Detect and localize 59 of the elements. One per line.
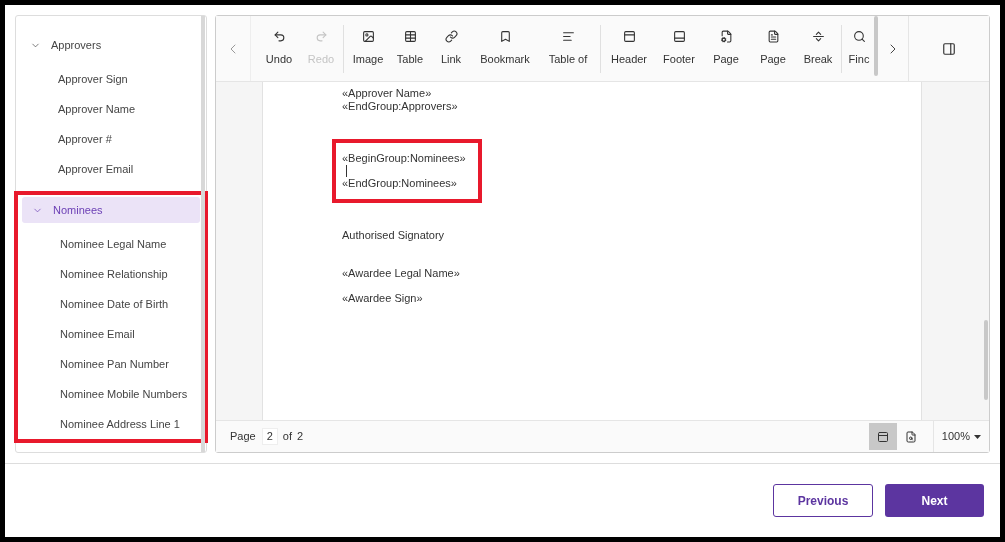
image-icon	[361, 29, 375, 43]
page-count-label: of	[282, 429, 292, 445]
field-item[interactable]: Approver Name	[20, 94, 200, 124]
search-icon	[852, 29, 866, 43]
field-item[interactable]: Nominee Date of Birth	[22, 289, 200, 319]
break-icon	[811, 29, 825, 43]
page-icon	[766, 29, 780, 43]
field-item[interactable]: Nominee Legal Name	[22, 229, 200, 259]
link-icon	[444, 29, 458, 43]
merge-field-text: «BeginGroup:Nominees»	[342, 152, 466, 165]
redo-icon	[314, 29, 328, 43]
toolbar-button[interactable]: Header	[603, 23, 655, 74]
bookmark-icon	[498, 29, 512, 43]
header-icon	[622, 29, 636, 43]
field-item[interactable]: Approver Sign	[20, 64, 200, 94]
merge-field-text: «Awardee Sign»	[342, 292, 423, 305]
merge-field-text: «EndGroup:Nominees»	[342, 177, 457, 190]
page-number-field[interactable]: 2	[261, 428, 278, 445]
page-label: Page	[230, 429, 256, 445]
undo-icon	[272, 29, 286, 43]
page-total: 2	[297, 429, 304, 445]
toolbar-button[interactable]: Break	[797, 23, 839, 74]
field-item[interactable]: Nominee Address Line 1	[22, 409, 200, 439]
side-panel-icon	[942, 41, 956, 56]
merge-field-text: «EndGroup:Approvers»	[342, 100, 458, 113]
document-search-icon	[904, 430, 917, 443]
lines-icon	[561, 29, 575, 43]
group-header[interactable]: Nominees	[22, 197, 200, 223]
field-item[interactable]: Approver Email	[20, 154, 200, 184]
toolbar-button[interactable]: Table	[390, 23, 430, 74]
merge-field-text: «Awardee Legal Name»	[342, 267, 460, 280]
toolbar-button[interactable]: Image	[346, 23, 390, 74]
footer-icon	[672, 29, 686, 43]
scrollbar[interactable]	[201, 16, 205, 452]
field-item[interactable]: Nominee Pan Number	[22, 349, 200, 379]
toolbar-button[interactable]: Page	[703, 23, 749, 74]
toolbar-button[interactable]: Undo	[257, 23, 301, 74]
field-item[interactable]: Nominee Mobile Numbers	[22, 379, 200, 409]
scrollbar[interactable]	[984, 320, 988, 400]
next-button[interactable]: Next	[885, 484, 984, 517]
field-item[interactable]: Nominee Email	[22, 319, 200, 349]
merge-field-text: «Approver Name»	[342, 87, 432, 100]
previous-button[interactable]: Previous	[773, 484, 873, 517]
page-view-icon	[876, 430, 889, 443]
page-gear-icon	[719, 29, 733, 43]
caret-icon	[974, 434, 981, 439]
toolbar-button[interactable]: Footer	[655, 23, 703, 74]
merge-field-text: Authorised Signatory	[342, 229, 445, 242]
zoom-dropdown[interactable]: 100%	[932, 421, 981, 452]
group-header[interactable]: Approvers	[20, 32, 200, 58]
field-item[interactable]: Approver #	[20, 124, 200, 154]
toolbar-button[interactable]: Table of	[538, 23, 598, 74]
toolbar-button[interactable]: Page	[749, 23, 797, 74]
toolbar-button[interactable]: Link	[430, 23, 472, 74]
toolbar-button[interactable]: Bookmark	[472, 23, 538, 74]
print-layout-button[interactable]	[868, 423, 897, 450]
toolbar-button[interactable]: Finc	[844, 23, 874, 74]
field-item[interactable]: Nominee Relationship	[22, 259, 200, 289]
table-icon	[403, 29, 417, 43]
